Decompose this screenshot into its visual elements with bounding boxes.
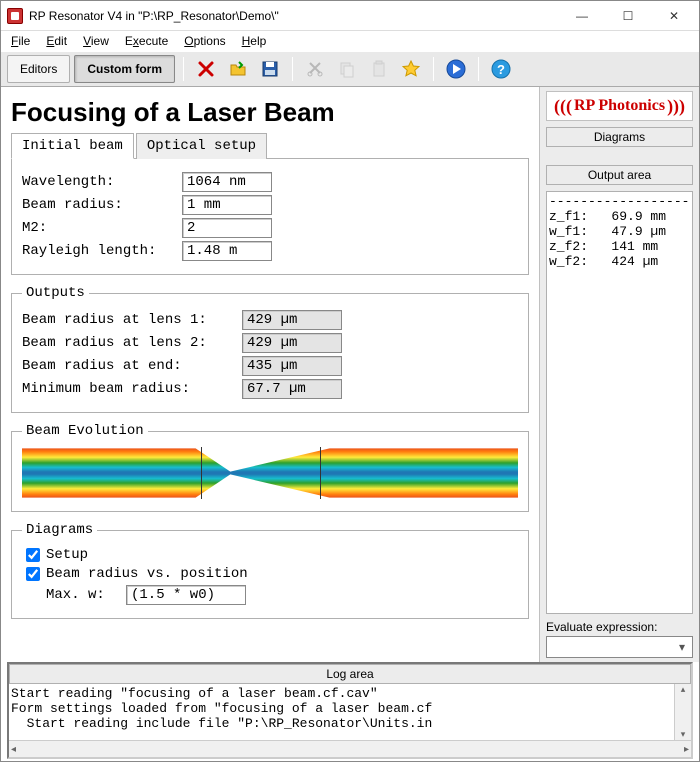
app-icon [7, 8, 23, 24]
log-text: Start reading "focusing of a laser beam.… [9, 684, 691, 740]
menu-edit[interactable]: Edit [40, 32, 73, 50]
out-lens2-value: 429 µm [242, 333, 342, 353]
menu-bar: File Edit View Execute Options Help [1, 31, 699, 51]
menu-help[interactable]: Help [236, 32, 273, 50]
paste-icon[interactable] [365, 55, 393, 83]
help-icon[interactable]: ? [487, 55, 515, 83]
m2-input[interactable]: 2 [182, 218, 272, 238]
diagrams-legend: Diagrams [22, 522, 97, 538]
tab-strip: Initial beam Optical setup [11, 132, 529, 159]
minimize-button[interactable]: — [559, 1, 605, 30]
cut-icon[interactable] [301, 55, 329, 83]
title-bar: RP Resonator V4 in "P:\RP_Resonator\Demo… [1, 1, 699, 31]
menu-execute[interactable]: Execute [119, 32, 174, 50]
wavelength-input[interactable]: 1064 nm [182, 172, 272, 192]
out-lens1-label: Beam radius at lens 1: [22, 312, 242, 328]
rayleigh-input[interactable]: 1.48 m [182, 241, 272, 261]
bvp-checkbox-label: Beam radius vs. position [46, 566, 248, 582]
toolbar: Editors Custom form ? [1, 51, 699, 87]
delete-icon[interactable] [192, 55, 220, 83]
page-title: Focusing of a Laser Beam [11, 97, 529, 128]
out-end-value: 435 µm [242, 356, 342, 376]
rp-photonics-logo: RP Photonics [546, 91, 693, 121]
diagrams-group: Diagrams Setup Beam radius vs. position … [11, 522, 529, 619]
toolbar-separator [433, 57, 434, 81]
chevron-down-icon: ▾ [674, 640, 690, 654]
window-title: RP Resonator V4 in "P:\RP_Resonator\Demo… [29, 9, 559, 23]
beam-evolution-legend: Beam Evolution [22, 423, 148, 439]
bvp-checkbox[interactable] [26, 567, 40, 581]
open-icon[interactable] [224, 55, 252, 83]
maximize-button[interactable]: ☐ [605, 1, 651, 30]
copy-icon[interactable] [333, 55, 361, 83]
beam-evolution-group: Beam Evolution [11, 423, 529, 512]
outputs-legend: Outputs [22, 285, 89, 301]
evaluate-expression-label: Evaluate expression: [546, 620, 693, 634]
toolbar-separator [292, 57, 293, 81]
rayleigh-label: Rayleigh length: [22, 243, 182, 259]
wavelength-label: Wavelength: [22, 174, 182, 190]
log-area: Log area Start reading "focusing of a la… [7, 662, 693, 759]
menu-view[interactable]: View [77, 32, 115, 50]
log-horizontal-scrollbar[interactable]: ◂▸ [9, 740, 691, 757]
beam-evolution-plot [22, 445, 518, 501]
log-vertical-scrollbar[interactable]: ▴▾ [674, 684, 691, 740]
log-area-header: Log area [9, 664, 691, 684]
maxw-label: Max. w: [46, 587, 126, 603]
editors-button[interactable]: Editors [7, 55, 70, 83]
maxw-input[interactable]: (1.5 * w0) [126, 585, 246, 605]
custom-form-button[interactable]: Custom form [74, 55, 175, 83]
output-area-header: Output area [546, 165, 693, 185]
setup-checkbox[interactable] [26, 548, 40, 562]
out-min-label: Minimum beam radius: [22, 381, 242, 397]
out-end-label: Beam radius at end: [22, 358, 242, 374]
menu-file[interactable]: File [5, 32, 36, 50]
tab-optical-setup[interactable]: Optical setup [136, 133, 267, 159]
favorite-icon[interactable] [397, 55, 425, 83]
toolbar-separator [478, 57, 479, 81]
close-button[interactable]: ✕ [651, 1, 697, 30]
beam-radius-input[interactable]: 1 mm [182, 195, 272, 215]
outputs-group: Outputs Beam radius at lens 1: 429 µm Be… [11, 285, 529, 413]
svg-text:?: ? [497, 62, 505, 77]
toolbar-separator [183, 57, 184, 81]
save-icon[interactable] [256, 55, 284, 83]
output-area-text: ------------------ z_f1: 69.9 mm w_f1: 4… [546, 191, 693, 614]
out-lens1-value: 429 µm [242, 310, 342, 330]
m2-label: M2: [22, 220, 182, 236]
tab-initial-beam[interactable]: Initial beam [11, 133, 134, 159]
menu-options[interactable]: Options [178, 32, 231, 50]
out-lens2-label: Beam radius at lens 2: [22, 335, 242, 351]
beam-radius-label: Beam radius: [22, 197, 182, 213]
diagrams-button[interactable]: Diagrams [546, 127, 693, 147]
run-icon[interactable] [442, 55, 470, 83]
evaluate-expression-combo[interactable]: ▾ [546, 636, 693, 658]
tab-body-initial-beam: Wavelength: 1064 nm Beam radius: 1 mm M2… [11, 159, 529, 275]
out-min-value: 67.7 µm [242, 379, 342, 399]
setup-checkbox-label: Setup [46, 547, 88, 563]
